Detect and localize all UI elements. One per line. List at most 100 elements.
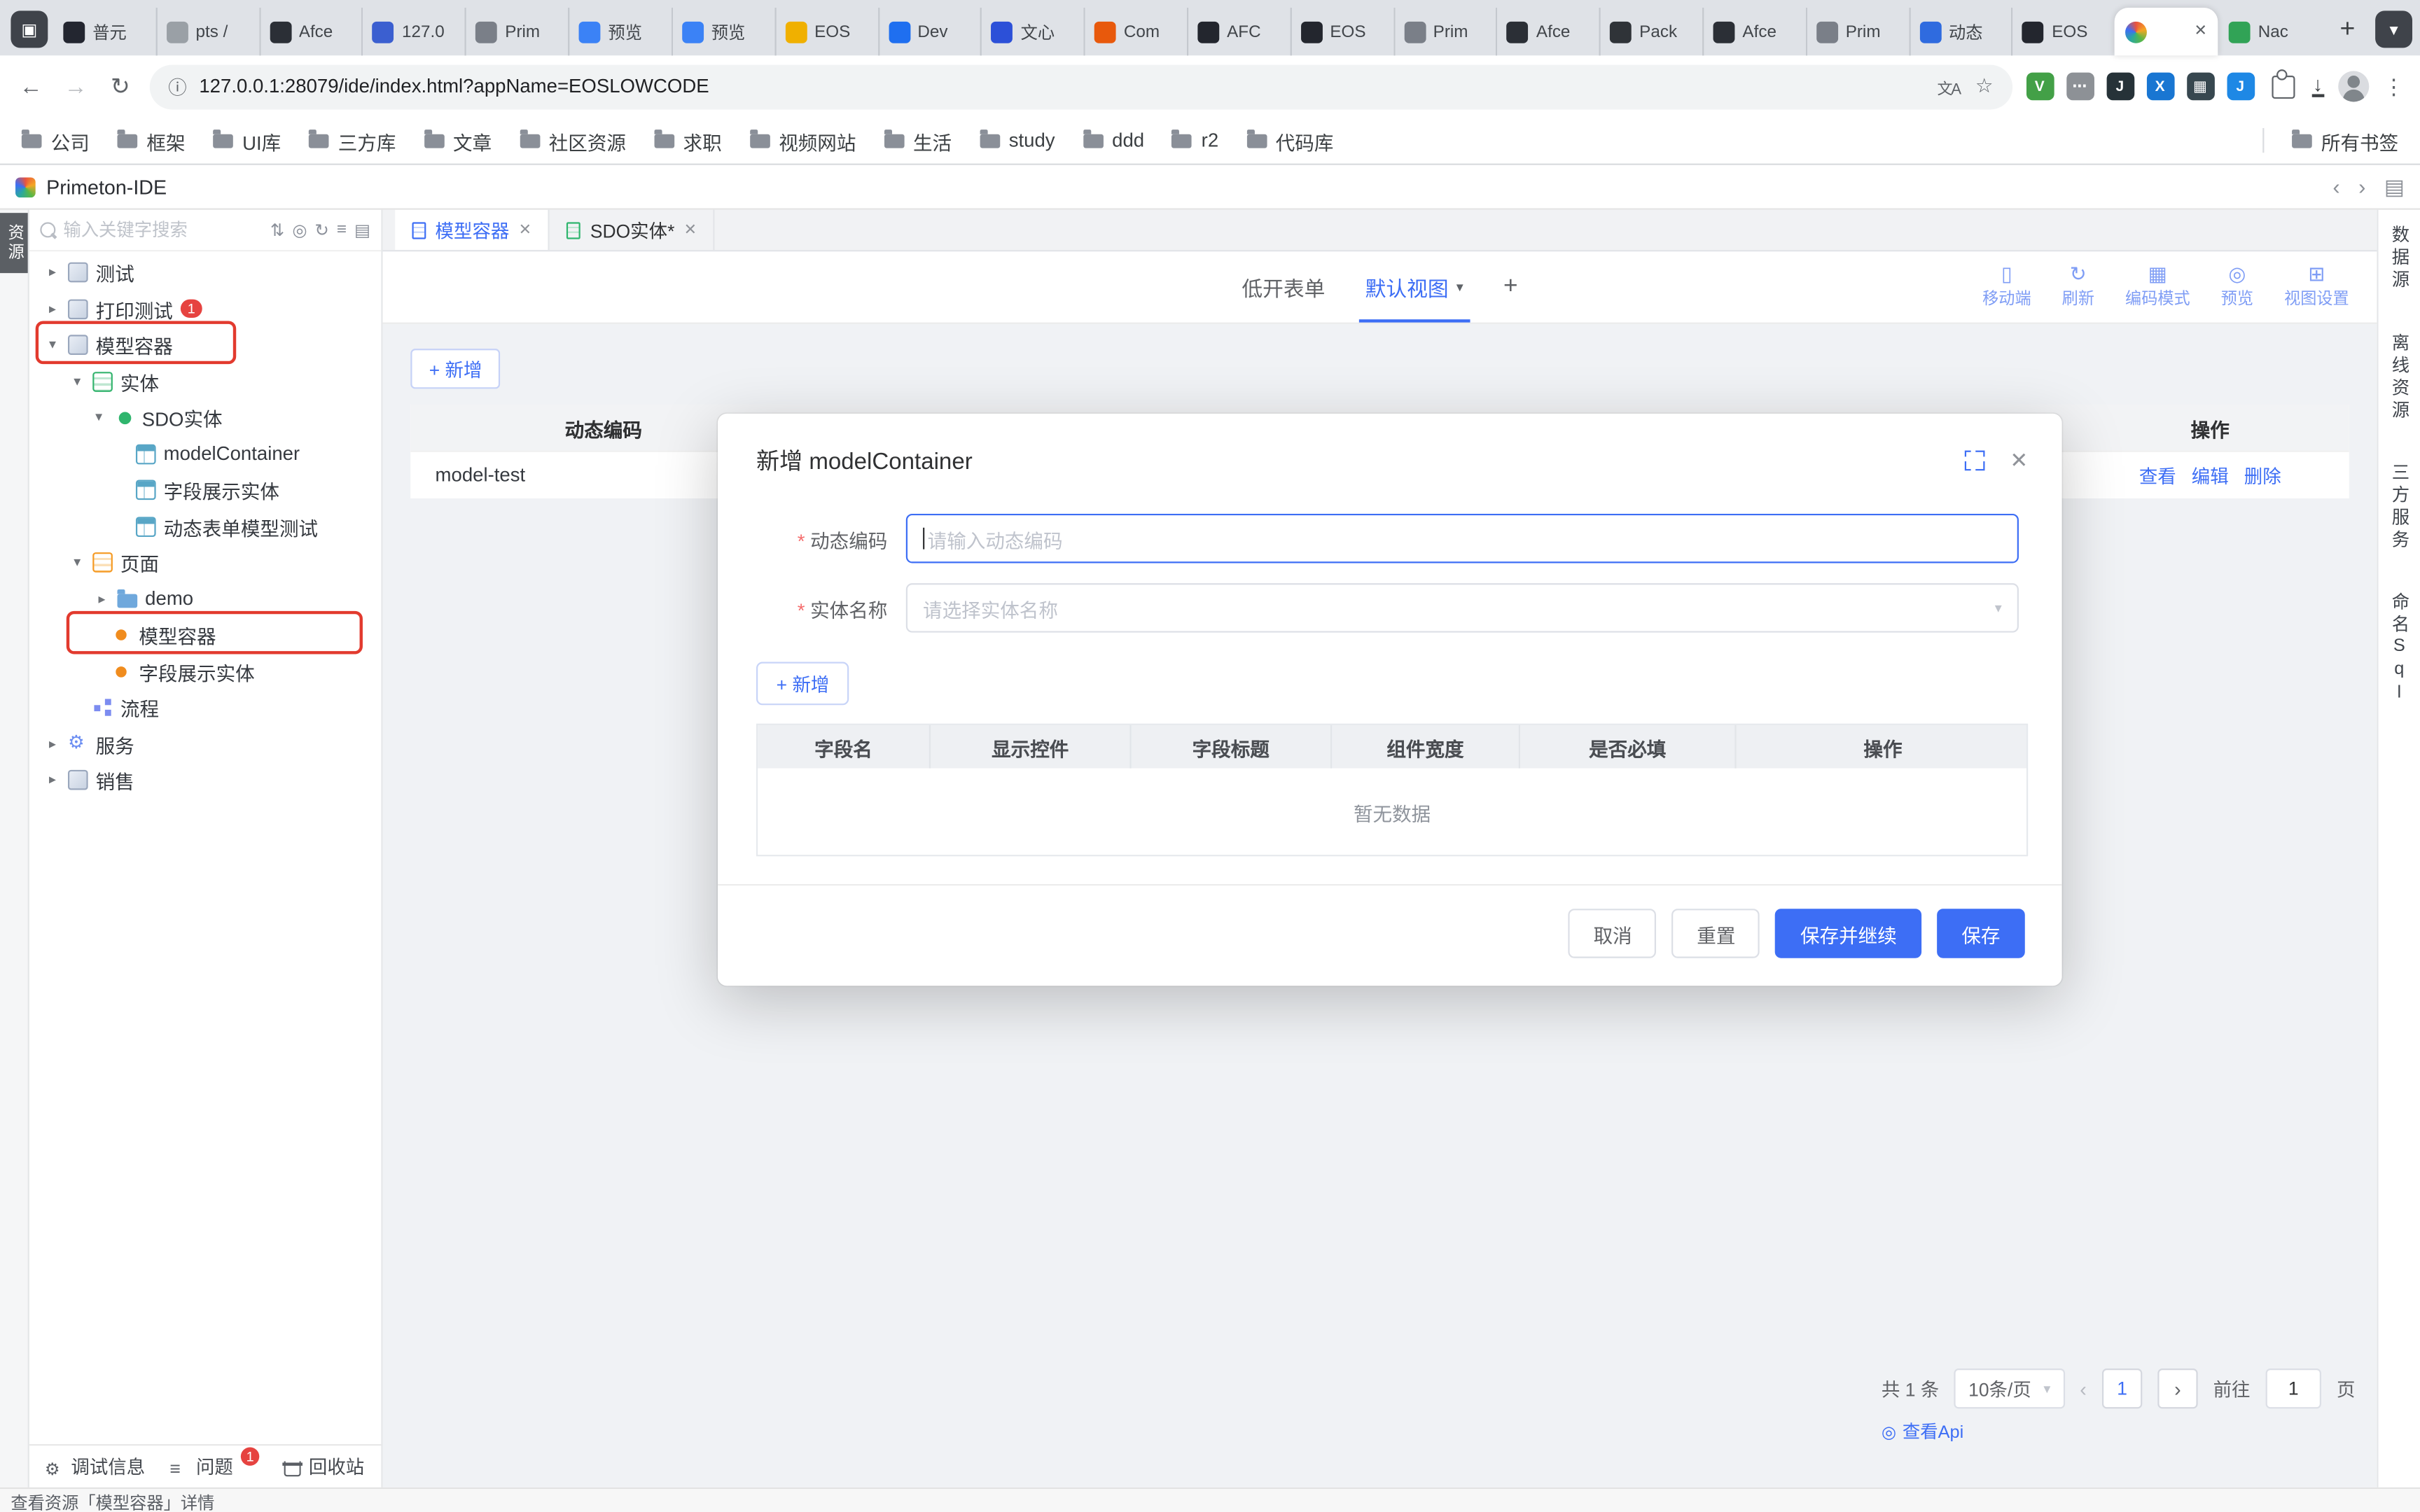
close-icon[interactable]: ✕ (684, 221, 697, 238)
tree-item[interactable]: 流程 (29, 690, 382, 726)
browser-tab[interactable]: 文心 ✕ (980, 8, 1083, 55)
profile-avatar[interactable] (2338, 71, 2369, 102)
bookmark-item[interactable]: ddd (1083, 130, 1144, 151)
browser-tab[interactable]: ✕ (2115, 8, 2218, 55)
sidebar-bottom-item[interactable]: 调试信息 (45, 1453, 145, 1479)
sidebar-tool-icon[interactable]: ▤ (354, 220, 370, 240)
view-api-link[interactable]: ◎ 查看Api (1882, 1420, 1963, 1444)
browser-tab[interactable]: 预览 ✕ (672, 8, 774, 55)
bookmark-item[interactable]: 框架 (118, 126, 186, 155)
browser-tab[interactable]: 动态 ✕ (1909, 8, 2012, 55)
dialog-button[interactable]: 保存 (1937, 909, 2025, 958)
close-icon[interactable]: ✕ (2195, 23, 2207, 40)
tab-groups-icon[interactable]: ▣ (11, 10, 48, 48)
browser-tab[interactable]: Afce ✕ (258, 8, 361, 55)
tree-arrow-icon[interactable] (45, 736, 60, 752)
sidebar-tool-icon[interactable]: ◎ (292, 220, 307, 240)
right-rail-tab[interactable]: 三方服务 (2388, 462, 2410, 552)
all-bookmarks[interactable]: 所有书签 (2292, 126, 2398, 155)
entity-name-select[interactable]: 请选择实体名称 ▾ (906, 583, 2019, 633)
fullscreen-icon[interactable] (1965, 451, 1985, 471)
bookmark-item[interactable]: 三方库 (309, 126, 396, 155)
history-back-icon[interactable]: ‹ (2332, 174, 2339, 199)
browser-tab[interactable]: Com ✕ (1084, 8, 1187, 55)
tree-item[interactable]: 字段展示实体 (29, 472, 382, 508)
extension-icon[interactable]: ⋯ (2066, 73, 2094, 101)
browser-tab[interactable]: AFC ✕ (1187, 8, 1290, 55)
reload-icon[interactable]: ↻ (105, 73, 136, 101)
add-record-button[interactable]: + 新增 (410, 349, 501, 388)
view-action-button[interactable]: ▯ 移动端 (1982, 264, 2031, 310)
browser-tab[interactable]: Prim ✕ (465, 8, 568, 55)
tree-item[interactable]: 测试 (29, 255, 382, 291)
bookmark-item[interactable]: 文章 (424, 126, 492, 155)
downloads-icon[interactable]: ↓ (2311, 76, 2325, 97)
row-action-link[interactable]: 查看 (2139, 462, 2176, 488)
chevron-down-icon[interactable]: ▾ (1456, 279, 1463, 295)
bookmark-item[interactable]: 代码库 (1246, 126, 1334, 155)
tab-lowcode-form[interactable]: 低开表单 (1242, 272, 1325, 302)
back-icon[interactable]: ← (15, 74, 46, 99)
search-input[interactable]: 输入关键字搜索 (63, 218, 263, 242)
bookmark-item[interactable]: 公司 (22, 126, 90, 155)
close-icon[interactable]: ✕ (519, 221, 531, 238)
tree-item[interactable]: 模型容器 (29, 617, 382, 654)
tree-item[interactable]: 字段展示实体 (29, 653, 382, 690)
goto-page-input[interactable]: 1 (2266, 1368, 2321, 1408)
tree-arrow-icon[interactable] (45, 772, 60, 789)
editor-tab[interactable]: SDO实体* ✕ (550, 210, 716, 250)
browser-tab[interactable]: Dev ✕ (877, 8, 980, 55)
browser-tab[interactable]: Pack ✕ (1599, 8, 1702, 55)
new-tab-button[interactable]: + (2328, 9, 2367, 49)
browser-tab[interactable]: 普元 ✕ (53, 8, 155, 55)
extension-icon[interactable]: J (2226, 73, 2254, 101)
tree-item[interactable]: 动态表单模型测试 (29, 508, 382, 545)
bookmark-star-icon[interactable]: ☆ (1975, 74, 1994, 99)
tab-list-chevron-icon[interactable]: ▾ (2375, 10, 2412, 48)
tree-arrow-icon[interactable] (45, 264, 60, 281)
browser-tab[interactable]: Afce ✕ (1702, 8, 1805, 55)
tab-default-view[interactable]: 默认视图 ▾ (1365, 251, 1463, 322)
forward-icon[interactable]: → (60, 74, 91, 99)
extension-icon[interactable]: X (2146, 73, 2174, 101)
sidebar-tool-icon[interactable]: ⇅ (270, 220, 284, 240)
browser-tab[interactable]: 预览 ✕ (568, 8, 671, 55)
view-action-button[interactable]: ◎ 预览 (2221, 264, 2253, 310)
translate-icon[interactable]: 文A (1938, 75, 1960, 98)
browser-tab[interactable]: Afce ✕ (1496, 8, 1599, 55)
tree-item[interactable]: 页面 (29, 545, 382, 581)
browser-tab[interactable]: EOS ✕ (774, 8, 877, 55)
tree-item[interactable]: 模型容器 (29, 327, 382, 363)
bookmark-item[interactable]: study (980, 130, 1055, 151)
save-layout-icon[interactable]: ▤ (2384, 174, 2405, 200)
right-rail-tab[interactable]: 数据源 (2388, 225, 2410, 293)
browser-tab[interactable]: EOS ✕ (2012, 8, 2115, 55)
right-rail-tab[interactable]: 离线资源 (2388, 332, 2410, 422)
dialog-button[interactable]: 取消 (1569, 909, 1657, 958)
browser-tab[interactable]: EOS ✕ (1290, 8, 1393, 55)
row-action-link[interactable]: 编辑 (2192, 462, 2229, 488)
site-info-icon[interactable]: ⓘ (168, 74, 186, 99)
bookmark-item[interactable]: 社区资源 (520, 126, 626, 155)
tree-item[interactable]: 销售 (29, 762, 382, 799)
view-action-button[interactable]: ↻ 刷新 (2062, 264, 2094, 310)
sidebar-bottom-item[interactable]: 回收站 (284, 1453, 365, 1479)
editor-tab[interactable]: 模型容器 ✕ (395, 210, 550, 250)
dialog-button[interactable]: 重置 (1672, 909, 1760, 958)
tree-item[interactable]: SDO实体 (29, 400, 382, 436)
bookmark-item[interactable]: r2 (1172, 130, 1218, 151)
extensions-puzzle-icon[interactable] (2271, 75, 2294, 98)
add-field-button[interactable]: + 新增 (756, 662, 849, 706)
extension-icon[interactable]: ▦ (2186, 73, 2214, 101)
browser-tab[interactable]: 127.0 ✕ (362, 8, 465, 55)
bookmark-item[interactable]: 视频网站 (749, 126, 856, 155)
view-action-button[interactable]: ⊞ 视图设置 (2284, 264, 2349, 310)
tree-arrow-icon[interactable] (94, 591, 109, 608)
page-size-select[interactable]: 10条/页 ▾ (1954, 1368, 2064, 1408)
sidebar-tool-icon[interactable]: ≡ (337, 220, 347, 239)
tree-item[interactable]: 打印测试 1 (29, 290, 382, 327)
extension-icon[interactable]: J (2106, 73, 2134, 101)
dialog-button[interactable]: 保存并继续 (1776, 909, 1921, 958)
tree-arrow-icon[interactable] (45, 337, 60, 354)
extension-icon[interactable]: V (2026, 73, 2054, 101)
